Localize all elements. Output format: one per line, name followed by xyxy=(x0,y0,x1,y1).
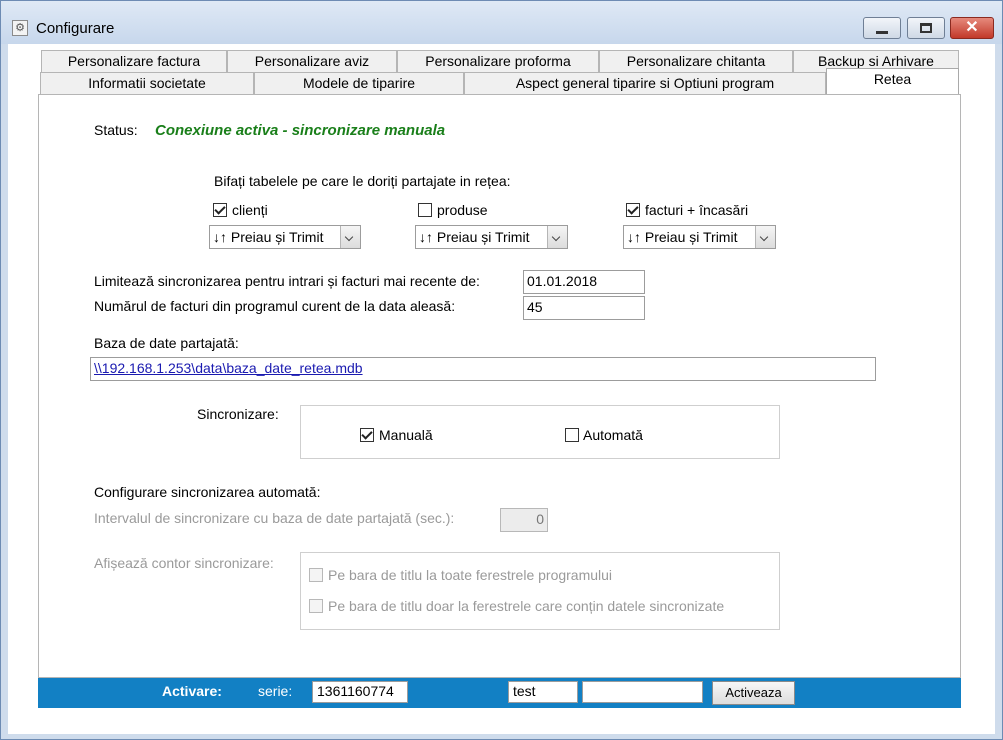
tab-personalizare-aviz[interactable]: Personalizare aviz xyxy=(227,50,397,72)
database-path-link[interactable]: \\192.168.1.253\data\baza_date_retea.mdb xyxy=(90,357,876,381)
tab-aspect-general[interactable]: Aspect general tiparire si Optiuni progr… xyxy=(464,72,826,94)
counter-sync-windows-checkbox[interactable] xyxy=(309,599,323,613)
window-title: Configurare xyxy=(36,20,115,37)
counter-all-windows-label: Pe bara de titlu la toate ferestrele pro… xyxy=(328,567,613,583)
clienti-checkbox[interactable] xyxy=(213,203,227,217)
produse-checkbox[interactable] xyxy=(418,203,432,217)
counter-all-windows-checkbox[interactable] xyxy=(309,568,323,582)
manual-sync-checkbox[interactable] xyxy=(360,428,374,442)
limit-date-label: Limitează sincronizarea pentru intrari ș… xyxy=(94,273,480,289)
activate-button[interactable]: Activeaza xyxy=(712,681,795,705)
produse-sync-mode-value: ↓↑ Preiau și Trimit xyxy=(419,229,530,245)
auto-sync-checkbox[interactable] xyxy=(565,428,579,442)
serie-input[interactable]: 1361160774 xyxy=(312,681,408,703)
maximize-icon xyxy=(920,23,932,33)
minimize-button[interactable] xyxy=(863,17,901,39)
facturi-incasari-label: facturi + încasări xyxy=(645,202,749,218)
counter-label: Afișează contor sincronizare: xyxy=(94,555,274,571)
counter-options-group xyxy=(300,552,780,630)
gear-icon: ⚙ xyxy=(12,20,28,36)
limit-date-input[interactable]: 01.01.2018 xyxy=(523,270,645,294)
chevron-down-icon[interactable] xyxy=(547,226,567,248)
auto-sync-label: Automată xyxy=(583,427,643,443)
facturi-sync-mode-select[interactable]: ↓↑ Preiau și Trimit xyxy=(623,225,776,249)
serie-label: serie: xyxy=(258,683,293,699)
maximize-button[interactable] xyxy=(907,17,945,39)
clienti-sync-mode-select[interactable]: ↓↑ Preiau și Trimit xyxy=(209,225,361,249)
minimize-icon xyxy=(876,31,888,34)
produse-sync-mode-select[interactable]: ↓↑ Preiau și Trimit xyxy=(415,225,568,249)
clienti-sync-mode-value: ↓↑ Preiau și Trimit xyxy=(213,229,324,245)
share-heading: Bifați tabelele pe care le doriți partaj… xyxy=(214,173,511,189)
database-label: Baza de date partajată: xyxy=(94,335,239,351)
tab-personalizare-chitanta[interactable]: Personalizare chitanta xyxy=(599,50,793,72)
tab-personalizare-proforma[interactable]: Personalizare proforma xyxy=(397,50,599,72)
tab-retea[interactable]: Retea xyxy=(826,68,959,94)
interval-label: Intervalul de sincronizare cu baza de da… xyxy=(94,510,455,526)
manual-sync-label: Manuală xyxy=(379,427,433,443)
activation-code-input[interactable] xyxy=(582,681,703,703)
facturi-incasari-checkbox[interactable] xyxy=(626,203,640,217)
sync-label: Sincronizare: xyxy=(197,406,279,422)
invoice-count-label: Numărul de facturi din programul curent … xyxy=(94,298,456,314)
interval-input[interactable]: 0 xyxy=(500,508,548,532)
auto-config-heading: Configurare sincronizarea automată: xyxy=(94,484,321,500)
tab-modele-de-tiparire[interactable]: Modele de tiparire xyxy=(254,72,464,94)
produse-label: produse xyxy=(437,202,488,218)
clienti-label: clienți xyxy=(232,202,268,218)
invoice-count-input[interactable]: 45 xyxy=(523,296,645,320)
chevron-down-icon[interactable] xyxy=(340,226,360,248)
close-icon: ✕ xyxy=(965,19,979,36)
tab-informatii-societate[interactable]: Informatii societate xyxy=(40,72,254,94)
title-bar[interactable] xyxy=(1,1,1002,44)
counter-sync-windows-label: Pe bara de titlu doar la ferestrele care… xyxy=(328,598,725,614)
close-button[interactable]: ✕ xyxy=(950,17,994,39)
status-value: Conexiune activa - sincronizare manuala xyxy=(155,122,446,139)
chevron-down-icon[interactable] xyxy=(755,226,775,248)
tab-personalizare-factura[interactable]: Personalizare factura xyxy=(41,50,227,72)
activation-label: Activare: xyxy=(162,683,222,699)
status-label: Status: xyxy=(94,122,138,138)
facturi-sync-mode-value: ↓↑ Preiau și Trimit xyxy=(627,229,738,245)
activation-name-input[interactable]: test xyxy=(508,681,578,703)
